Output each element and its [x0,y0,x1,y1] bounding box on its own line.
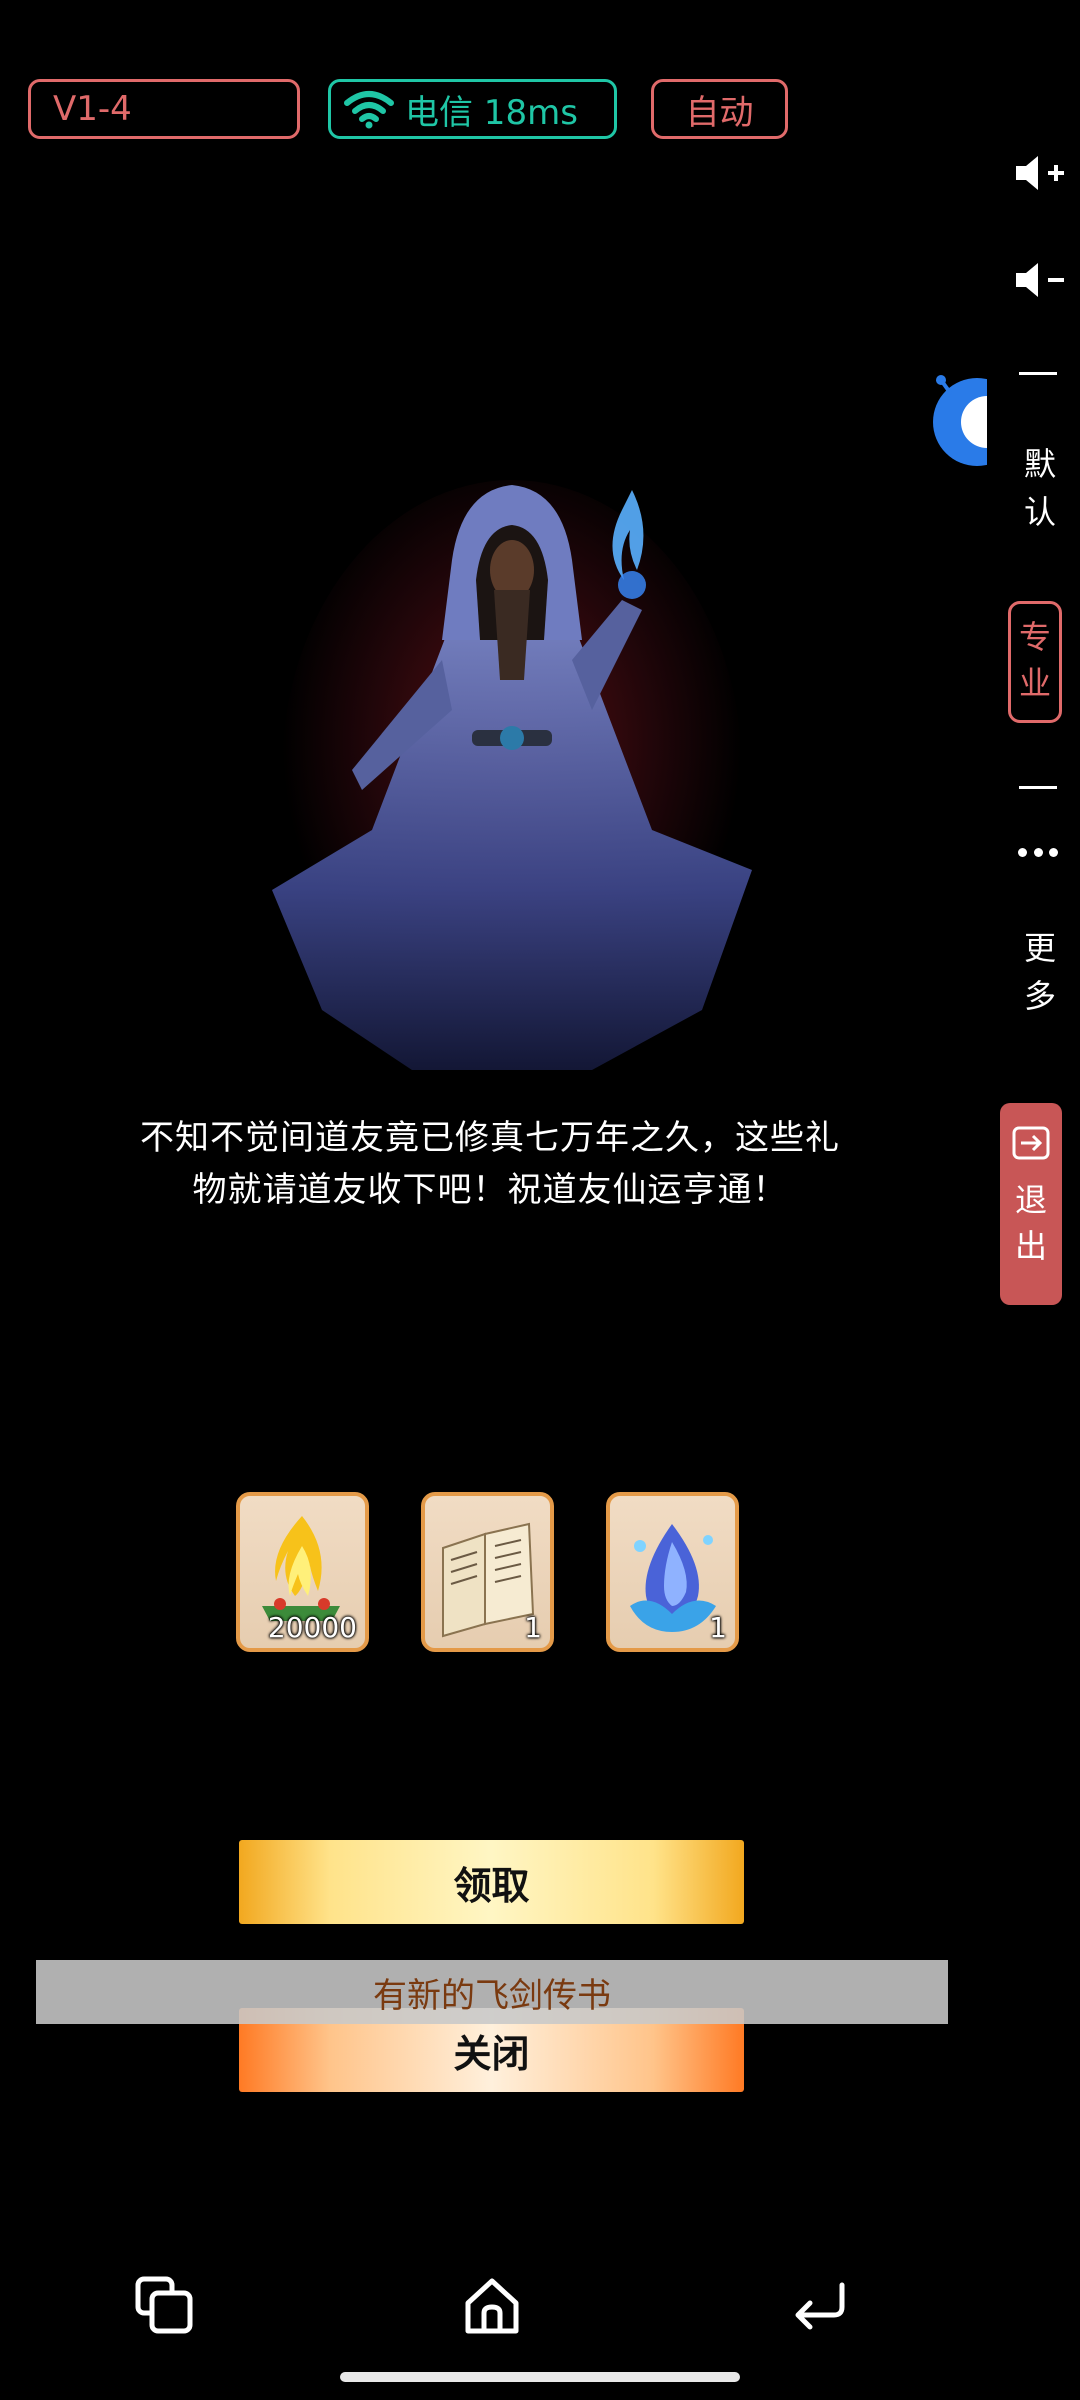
reward-item[interactable]: 1 [421,1492,554,1652]
reward-item[interactable]: 1 [606,1492,739,1652]
home-icon [465,2278,519,2334]
exit-icon [1012,1126,1050,1160]
toast-message: 有新的飞剑传书 [373,1975,611,2016]
divider [1019,372,1057,375]
more-button[interactable]: 更 多 [1000,924,1080,1020]
reward-count: 1 [524,1611,542,1644]
network-label: 电信 18ms [405,92,578,133]
back-button[interactable] [780,2270,860,2340]
version-chip[interactable]: V1-4 [28,79,300,139]
divider [1019,786,1057,789]
pro-mode-label: 专 业 [1018,618,1051,702]
volume-up-icon [1016,156,1064,190]
default-mode-label: 默 认 [1023,445,1056,531]
auto-button[interactable]: 自动 [651,79,788,139]
notification-toast: 有新的飞剑传书 [36,1960,948,2024]
wifi-icon [344,91,394,129]
close-label: 关闭 [453,2031,530,2076]
version-label: V1-4 [53,89,132,129]
recent-apps-icon [135,2276,193,2334]
reward-item[interactable]: 20000 [236,1492,369,1652]
reward-count: 20000 [267,1611,357,1644]
auto-label: 自动 [685,92,754,133]
claim-label: 领取 [453,1863,530,1908]
home-indicator[interactable] [340,2372,740,2382]
volume-up-button[interactable] [1000,145,1080,201]
home-button[interactable] [452,2270,532,2340]
volume-down-button[interactable] [1000,252,1080,308]
recent-apps-button[interactable] [124,2270,204,2340]
reward-list: 20000 1 1 [236,1492,739,1652]
volume-down-icon [1016,263,1064,297]
claim-button[interactable]: 领取 [239,1840,744,1924]
more-dots-icon[interactable] [1018,848,1058,857]
more-label: 更 多 [1023,929,1056,1015]
wizard-character-image [272,480,752,1070]
back-icon [795,2282,845,2330]
exit-button[interactable]: 退 出 [1000,1103,1062,1305]
dialog-message: 不知不觉间道友竟已修真七万年之久，这些礼物就请道友收下吧！祝道友仙运亨通！ [140,1118,840,1210]
network-chip[interactable]: 电信 18ms [328,79,617,139]
reward-count: 1 [709,1611,727,1644]
pro-mode-button[interactable]: 专 业 [1008,601,1062,723]
assistant-float-icon[interactable] [927,372,987,472]
exit-label: 退 出 [1014,1181,1047,1265]
default-mode-button[interactable]: 默 认 [1000,440,1080,536]
